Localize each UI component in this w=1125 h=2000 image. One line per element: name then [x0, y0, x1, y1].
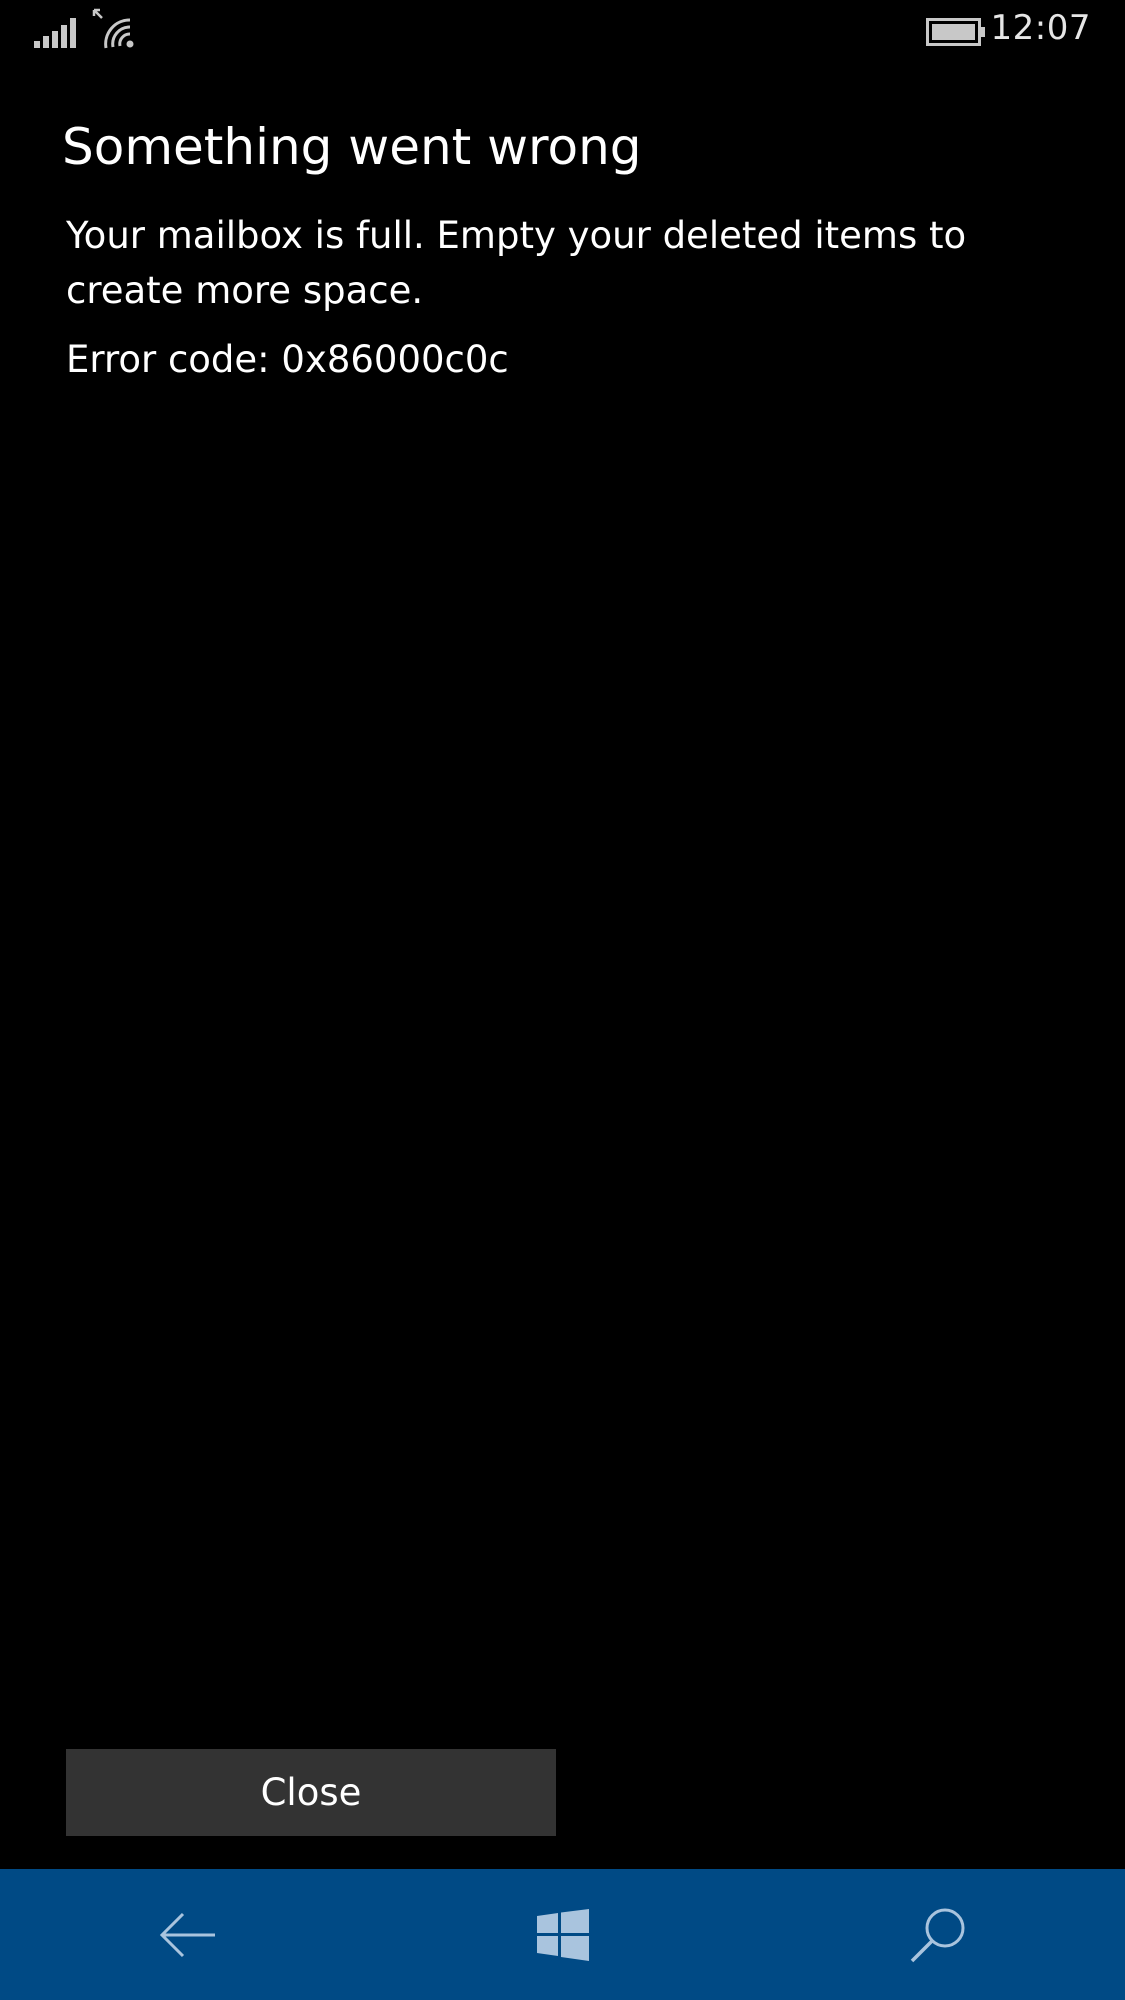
start-button[interactable] — [375, 1869, 750, 2000]
error-code: Error code: 0x86000c0c — [66, 338, 509, 381]
close-button[interactable]: Close — [66, 1749, 556, 1836]
status-bar: 12:07 — [0, 0, 1125, 64]
search-icon — [909, 1906, 967, 1964]
dialog-title: Something went wrong — [62, 118, 642, 176]
error-screen: 12:07 Something went wrong Your mailbox … — [0, 0, 1125, 2000]
navigation-bar — [0, 1869, 1125, 2000]
battery-icon — [926, 18, 986, 46]
dialog-message: Your mailbox is full. Empty your deleted… — [66, 214, 967, 312]
windows-start-icon — [536, 1908, 589, 1961]
signal-strength-icon — [34, 18, 76, 48]
back-arrow-icon — [159, 1910, 217, 1960]
wifi-icon — [92, 8, 140, 50]
search-button[interactable] — [750, 1869, 1125, 2000]
status-time: 12:07 — [990, 8, 1091, 48]
back-button[interactable] — [0, 1869, 375, 2000]
